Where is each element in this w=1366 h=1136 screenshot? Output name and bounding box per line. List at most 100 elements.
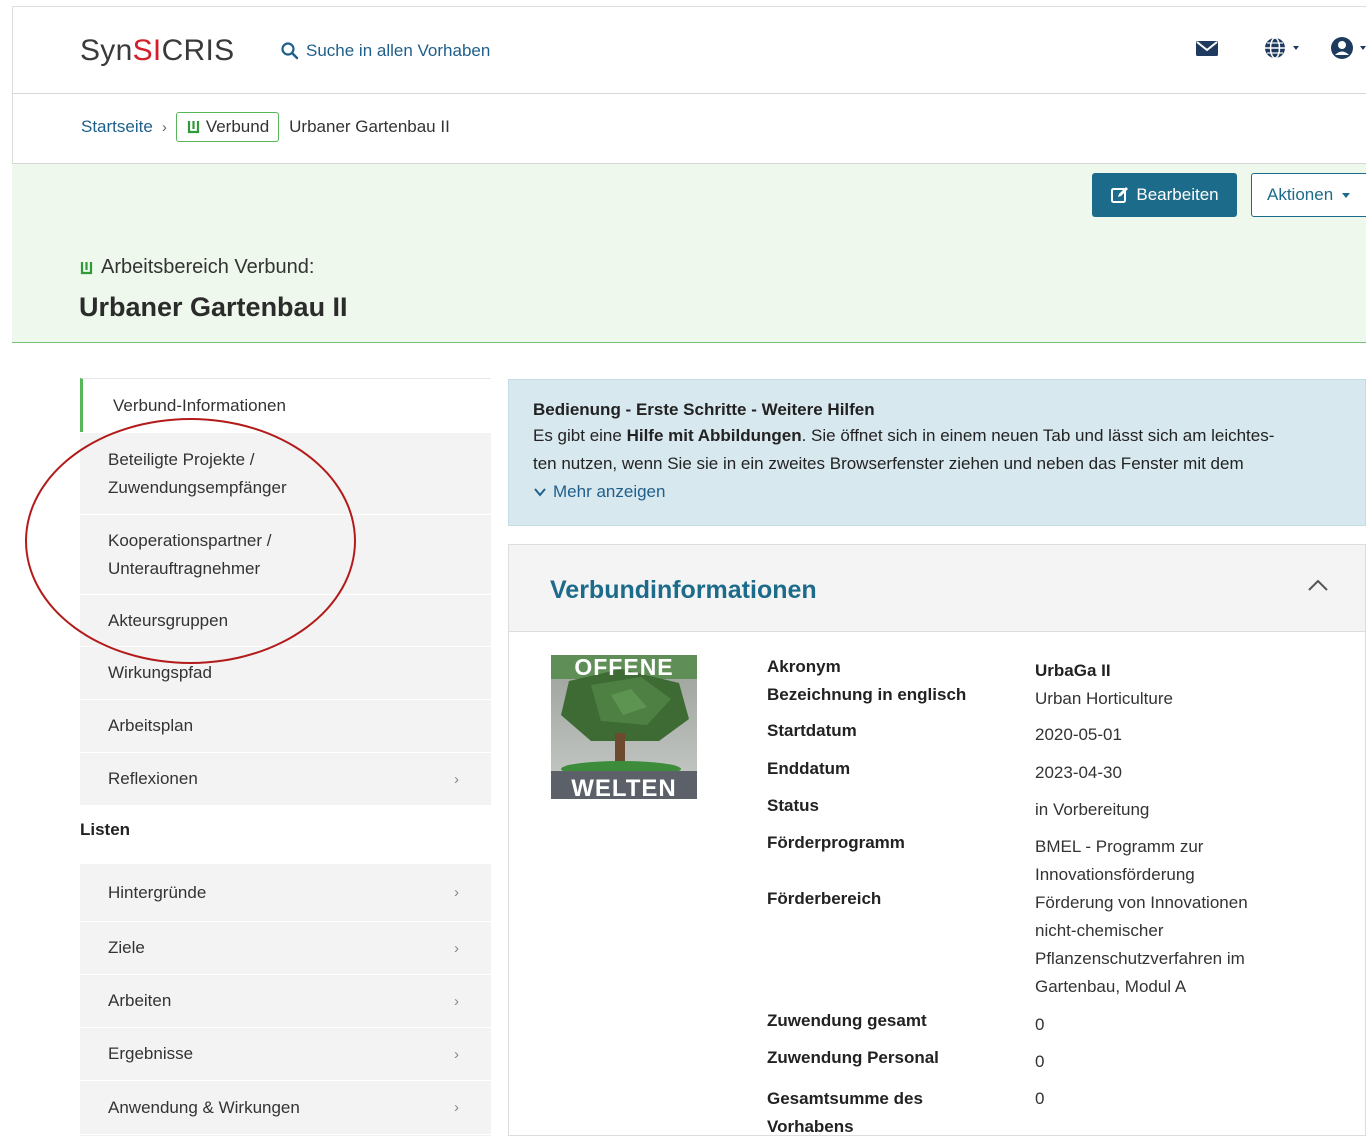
field-row: Bezeichnung in englisch Urban Horticultu…	[767, 685, 1357, 721]
verbund-icon	[80, 261, 93, 274]
actions-dropdown-label: Aktionen	[1267, 185, 1334, 204]
logo-text-top: OFFENE	[574, 655, 673, 680]
field-value: Urban Horticulture	[1035, 689, 1173, 708]
globe-icon	[1265, 37, 1285, 59]
field-value: 0	[1035, 1015, 1045, 1034]
field-row: Förderprogramm BMEL - Programm zur Innov…	[767, 833, 1357, 889]
sidebar-item-verbund-informationen[interactable]: Verbund-Informationen	[80, 378, 491, 432]
sidebar-item-ergebnisse[interactable]: Ergebnisse ›	[80, 1027, 491, 1080]
chevron-right-icon: ›	[454, 770, 459, 788]
sidebar-item-label: Ergebnisse	[108, 1044, 194, 1063]
chevron-down-icon	[1360, 46, 1366, 50]
chevron-right-icon: ›	[454, 1045, 459, 1063]
search-icon	[281, 42, 299, 60]
breadcrumb-home[interactable]: Startseite	[81, 117, 153, 137]
mail-button[interactable]	[1194, 35, 1220, 61]
field-value: 0	[1035, 1089, 1045, 1108]
help-title: Bedienung - Erste Schritte - Weitere Hil…	[533, 400, 875, 419]
chevron-down-icon	[534, 488, 546, 497]
sidebar-item-arbeiten[interactable]: Arbeiten ›	[80, 974, 491, 1027]
show-more-link[interactable]: Mehr anzeigen	[533, 478, 1341, 506]
language-menu[interactable]	[1262, 35, 1299, 61]
edit-icon	[1111, 187, 1129, 203]
search-label: Suche in allen Vorhaben	[306, 41, 491, 60]
breadcrumb-badge-label: Verbund	[205, 117, 270, 136]
field-label: Förderbereich	[767, 889, 882, 908]
card-header: Verbundinformationen	[509, 545, 1365, 632]
field-value: UrbaGa II	[1035, 661, 1111, 680]
search-link[interactable]: Suche in allen Vorhaben	[280, 41, 490, 61]
sidebar-item-label: Hintergründe	[108, 882, 207, 902]
field-label: Startdatum	[767, 721, 857, 740]
workspace-header: Bearbeiten Aktionen Arbeitsbereich Verbu…	[12, 164, 1366, 343]
page-title: Urbaner Gartenbau II	[79, 292, 348, 322]
breadcrumb-current: Urbaner Gartenbau II	[289, 117, 450, 136]
edit-button-label: Bearbeiten	[1136, 185, 1219, 204]
field-label: Gesamtsumme des Vorhabens	[767, 1089, 923, 1136]
field-label: Enddatum	[767, 759, 851, 778]
chevron-right-icon: ›	[454, 1099, 459, 1116]
info-fields: Akronym UrbaGa II Bezeichnung in englisc…	[767, 657, 1357, 1136]
field-label: Zuwendung gesamt	[767, 1011, 927, 1030]
field-value: BMEL - Programm zur Innovationsförderung	[1035, 837, 1204, 884]
actions-dropdown[interactable]: Aktionen	[1251, 173, 1366, 217]
sidebar-item-label: Verbund-Informationen	[113, 395, 286, 415]
sidebar-item-label: Arbeiten	[108, 991, 172, 1010]
sidebar-item-ziele[interactable]: Ziele ›	[80, 921, 491, 974]
sidebar-item-akteursgruppen[interactable]: Akteursgruppen	[80, 594, 491, 646]
sidebar-item-label: Reflexionen	[108, 769, 198, 788]
chevron-down-icon	[1342, 192, 1351, 198]
sidebar-item-hintergruende[interactable]: Hintergründe ›	[80, 863, 491, 921]
field-row: Gesamtsumme des Vorhabens 0	[767, 1085, 1357, 1136]
edit-button[interactable]: Bearbeiten	[1092, 173, 1237, 217]
user-icon	[1331, 37, 1353, 59]
help-text-line: Es gibt eine Hilfe mit Abbildungen. Sie …	[533, 426, 1275, 445]
chevron-right-icon: ›	[454, 992, 459, 1010]
field-row: Enddatum 2023-04-30	[767, 759, 1357, 796]
field-value: 2023-04-30	[1035, 763, 1122, 782]
field-label: Zuwendung Personal	[767, 1048, 939, 1067]
card-title: Verbundinformationen	[550, 576, 817, 604]
breadcrumb-separator-icon: ›	[161, 118, 167, 136]
field-row: Zuwendung Personal 0	[767, 1048, 1357, 1085]
help-infobox: Bedienung - Erste Schritte - Weitere Hil…	[508, 379, 1366, 526]
sidebar: Verbund-Informationen Beteiligte Projekt…	[80, 378, 491, 1136]
field-row: Status in Vorbereitung	[767, 796, 1357, 833]
chevron-right-icon: ›	[454, 884, 459, 901]
top-navbar: SynSICRIS Suche in allen Vorhaben	[12, 6, 1366, 94]
sidebar-item-label: Wirkungspfad	[108, 663, 212, 682]
sidebar-item-wirkungspfad[interactable]: Wirkungspfad	[80, 646, 491, 699]
field-label: Status	[767, 796, 819, 815]
sidebar-item-label: Ziele	[108, 938, 145, 957]
field-row: Zuwendung gesamt 0	[767, 1011, 1357, 1048]
sidebar-item-reflexionen[interactable]: Reflexionen ›	[80, 752, 491, 805]
field-value: Förderung von Innovationen nicht-chemisc…	[1035, 893, 1248, 996]
field-value: in Vorbereitung	[1035, 800, 1150, 819]
sidebar-item-label: Arbeitsplan	[108, 716, 194, 735]
sidebar-item-kooperationspartner[interactable]: Kooperationspartner / Unterauftragnehmer	[80, 514, 491, 594]
verbund-info-card: Verbundinformationen OFFENE WELTEN Akron…	[508, 544, 1366, 1136]
field-value: 2020-05-01	[1035, 725, 1122, 744]
logo-text-bottom: WELTEN	[571, 775, 677, 799]
sidebar-item-label: Anwendung & Wirkungen	[108, 1097, 300, 1117]
field-value: 0	[1035, 1052, 1045, 1071]
help-link[interactable]: Hilfe mit Abbildungen	[627, 426, 802, 445]
field-label: Bezeichnung in englisch	[767, 685, 967, 704]
sidebar-lists-heading: Listen	[80, 820, 131, 839]
show-more-label: Mehr anzeigen	[553, 482, 666, 501]
help-text-line: ten nutzen, wenn Sie sie in ein zweites …	[533, 454, 1244, 473]
chevron-up-icon[interactable]	[1305, 573, 1331, 599]
user-menu[interactable]	[1329, 35, 1366, 61]
brand-logo[interactable]: SynSICRIS	[80, 34, 234, 68]
breadcrumb: Startseite › Verbund Urbaner Gartenbau I…	[12, 94, 1366, 164]
chevron-down-icon	[1293, 46, 1299, 50]
sidebar-item-label: Beteiligte Projekte / Zuwendungsempfänger	[108, 449, 287, 497]
project-logo: OFFENE WELTEN	[551, 655, 697, 799]
verbund-icon	[187, 121, 199, 134]
breadcrumb-verbund-badge[interactable]: Verbund	[175, 112, 280, 142]
workspace-subtitle-text: Arbeitsbereich Verbund:	[101, 256, 315, 278]
sidebar-item-arbeitsplan[interactable]: Arbeitsplan	[80, 699, 491, 752]
sidebar-item-beteiligte-projekte[interactable]: Beteiligte Projekte / Zuwendungsempfänger	[80, 432, 491, 514]
sidebar-item-label: Akteursgruppen	[108, 610, 229, 630]
sidebar-item-anwendung-wirkungen[interactable]: Anwendung & Wirkungen ›	[80, 1080, 491, 1134]
